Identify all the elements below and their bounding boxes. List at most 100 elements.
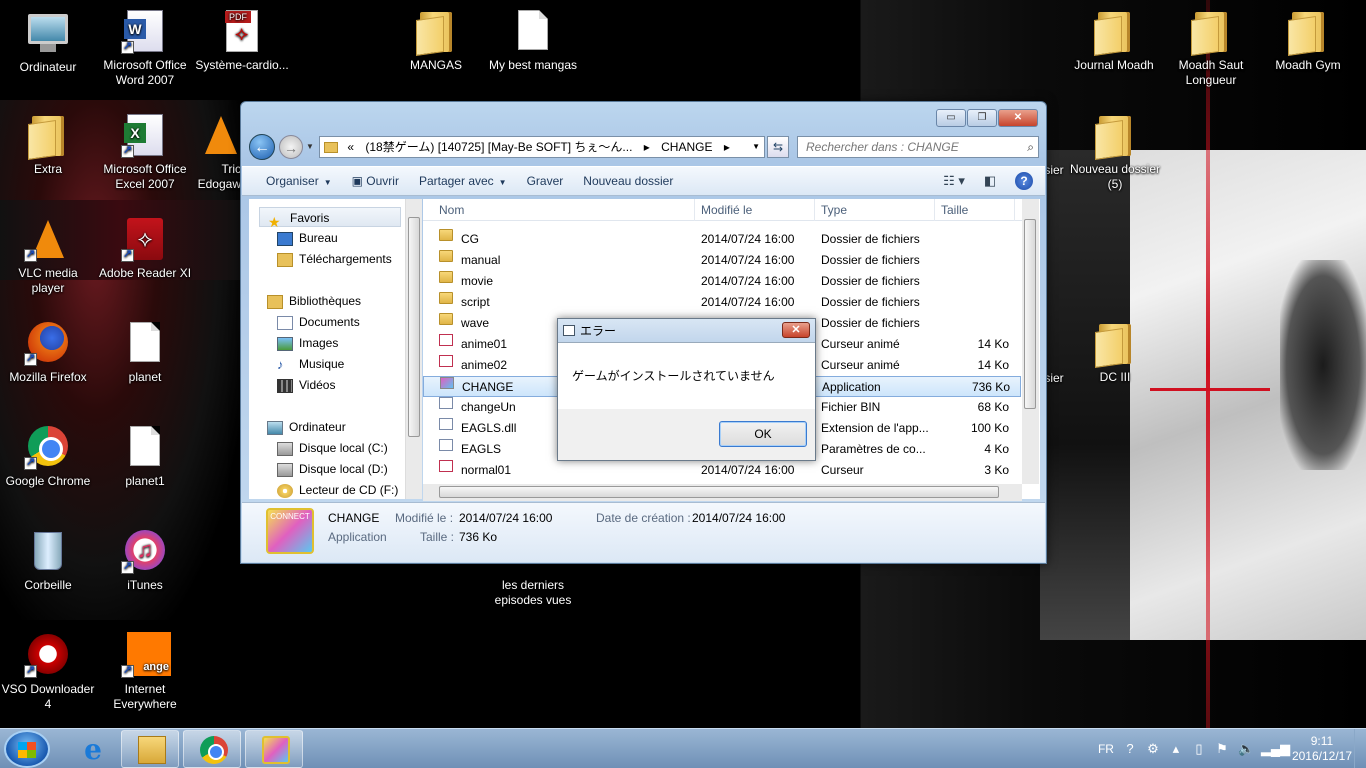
language-indicator[interactable]: FR [1098,742,1114,756]
desktop-icon-moadh-gym[interactable]: Moadh Gym [1261,8,1355,73]
desktop-icon-my-best-mangas[interactable]: My best mangas [486,8,580,73]
nav-downloads[interactable]: Téléchargements [277,249,392,269]
desktop-icon-chrome[interactable]: Google Chrome [1,424,95,489]
shortcut-arrow-icon [121,559,134,574]
cursor-icon [439,334,453,346]
share-button[interactable]: Partager avec ▼ [409,170,517,192]
column-type[interactable]: Type [815,199,935,221]
scrollbar-thumb[interactable] [1024,219,1036,409]
address-end[interactable]: ▸ [724,140,730,154]
desktop-icon-computer[interactable]: Ordinateur [1,10,95,75]
settings-icon[interactable]: ⚙ [1146,742,1160,756]
desktop-icon-firefox[interactable]: Mozilla Firefox [1,320,95,385]
nav-music[interactable]: ♪ Musique [277,354,344,374]
desktop-icon-planet[interactable]: planet [98,320,192,385]
new-folder-button[interactable]: Nouveau dossier [573,170,683,192]
desktop-icon-pdf[interactable]: PDF ⟡ Système-cardio... [195,8,289,73]
desktop-icon-adobe-reader[interactable]: ⟡ Adobe Reader XI [98,216,192,281]
file-row[interactable]: script 2014/07/24 16:00 Dossier de fichier… [423,292,1021,313]
dialog-close-button[interactable]: ✕ [782,322,810,338]
file-row[interactable]: CG 2014/07/24 16:00 Dossier de fichiers [423,229,1021,250]
organize-button[interactable]: Organiser ▼ [256,170,342,192]
refresh-button[interactable]: ⇆ [767,136,789,158]
nav-desktop[interactable]: Bureau [277,228,338,248]
folder-icon [439,292,453,304]
taskbar-explorer[interactable] [121,730,179,768]
taskbar-change-app[interactable] [245,730,303,768]
nav-videos[interactable]: Vidéos [277,375,335,395]
nav-cd-f[interactable]: Lecteur de CD (F:) [277,480,398,499]
desktop-icon-excel[interactable]: X Microsoft Office Excel 2007 [98,112,192,192]
help-icon[interactable]: ? [1015,172,1033,190]
file-list-scrollbar[interactable] [1022,199,1039,484]
file-type: Application [822,380,881,394]
nav-favorites[interactable]: ★ Favoris [259,207,401,230]
desktop-icon-internet-everywhere[interactable]: ange Internet Everywhere [98,632,192,712]
address-current[interactable]: CHANGE [661,140,712,154]
column-size[interactable]: Taille [935,199,1015,221]
desktop-icon-recycle-bin[interactable]: Corbeille [1,528,95,593]
column-modified[interactable]: Modifié le [695,199,815,221]
folder-icon [324,142,338,154]
desktop-icon-mangas[interactable]: MANGAS [389,8,483,73]
nav-images[interactable]: Images [277,333,338,353]
address-bar[interactable]: « (18禁ゲーム) [140725] [May-Be SOFT] ちぇ〜ん..… [319,136,765,158]
nav-documents[interactable]: Documents [277,312,360,332]
battery-icon[interactable]: ▯ [1192,742,1206,756]
error-dialog[interactable]: エラー ✕ ゲームがインストールされていません OK [557,318,816,461]
scrollbar-thumb[interactable] [439,486,999,498]
address-path[interactable]: (18禁ゲーム) [140725] [May-Be SOFT] ちぇ〜ん... [365,140,632,154]
nav-computer[interactable]: Ordinateur [267,417,346,437]
clock[interactable]: 9:11 2016/12/17 [1292,734,1352,764]
address-separator[interactable]: ▸ [644,140,650,154]
back-button[interactable]: ← [249,134,275,160]
maximize-button[interactable]: ❐ [967,109,997,127]
file-list-hscrollbar[interactable] [423,484,1022,501]
file-row[interactable]: normal01 2014/07/24 16:00 Curseur 3 Ko [423,460,1021,481]
nav-disk-c[interactable]: Disque local (C:) [277,438,388,458]
column-name[interactable]: Nom [433,199,695,221]
file-row[interactable]: movie 2014/07/24 16:00 Dossier de fichiers [423,271,1021,292]
file-row[interactable]: manual 2014/07/24 16:00 Dossier de fichier… [423,250,1021,271]
scrollbar-thumb[interactable] [408,217,420,437]
address-dropdown-icon[interactable]: ▼ [752,137,760,157]
desktop-icon-dc-iii[interactable]: DC III [1068,320,1162,385]
close-button[interactable]: ✕ [998,109,1038,127]
taskbar-chrome[interactable] [183,730,241,768]
burn-button[interactable]: Graver [517,170,574,192]
dialog-titlebar[interactable]: エラー ✕ [558,319,815,343]
desktop-icon-extra[interactable]: Extra [1,112,95,177]
ok-button[interactable]: OK [719,421,807,447]
desktop-icon-journal-moadh[interactable]: Journal Moadh [1067,8,1161,73]
folder-icon [439,229,453,241]
forward-button[interactable]: → [279,135,303,159]
desktop-icon-vso-downloader[interactable]: VSO Downloader 4 [1,632,95,712]
help-icon[interactable]: ? [1123,742,1137,756]
desktop-icon-nouveau-dossier[interactable]: Nouveau dossier (5) [1068,112,1162,192]
file-type: Curseur [821,463,864,477]
network-signal-icon[interactable]: ▂▄▆ [1261,742,1290,756]
show-hidden-icons-icon[interactable]: ▴ [1169,742,1183,756]
volume-icon[interactable]: 🔈 [1238,742,1254,756]
taskbar-ie[interactable]: e [62,730,120,768]
view-options-icon[interactable]: ☷ ▾ [943,171,965,191]
navigation-scrollbar[interactable] [405,199,422,499]
start-button[interactable] [4,730,50,768]
action-center-flag-icon[interactable]: ⚑ [1215,742,1229,756]
desktop-icon-planet1[interactable]: planet1 [98,424,192,489]
recent-pages-dropdown[interactable]: ▼ [306,142,314,151]
preview-pane-icon[interactable]: ◧ [979,171,1001,191]
minimize-button[interactable]: ▭ [936,109,966,127]
open-button[interactable]: ▣ Ouvrir [342,170,409,192]
file-name: manual [461,253,501,267]
desktop-icon-tric[interactable]: Tric Edogaw [195,112,241,192]
nav-disk-d[interactable]: Disque local (D:) [277,459,388,479]
details-type: Application [328,530,387,544]
search-input[interactable]: Rechercher dans : CHANGE ⌕ [797,136,1039,158]
desktop-icon-vlc[interactable]: VLC media player [1,216,95,296]
desktop-icon-word[interactable]: W Microsoft Office Word 2007 [98,8,192,88]
desktop-icon-itunes[interactable]: ♫ iTunes [98,528,192,593]
desktop-icon-moadh-saut[interactable]: Moadh Saut Longueur [1164,8,1258,88]
nav-libraries[interactable]: Bibliothèques [267,291,361,311]
show-desktop-button[interactable] [1354,729,1366,768]
